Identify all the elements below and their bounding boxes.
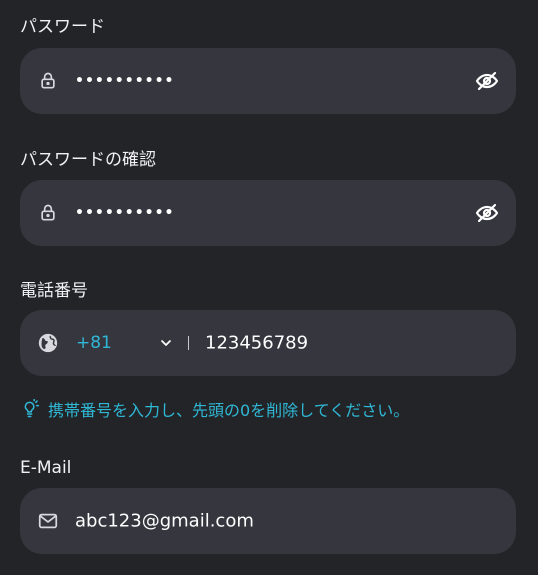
eye-off-icon[interactable] (475, 69, 499, 93)
lock-icon (37, 202, 59, 224)
phone-hint-text: 携帯番号を入力し、先頭の0を削除してください。 (48, 401, 410, 420)
globe-icon (37, 332, 59, 354)
envelope-icon (37, 510, 59, 532)
eye-off-icon[interactable] (475, 201, 499, 225)
confirm-password-input[interactable]: •••••••••• (75, 205, 455, 221)
email-input[interactable]: abc123@gmail.com (75, 511, 455, 532)
phone-label: 電話番号 (20, 281, 88, 301)
password-input[interactable]: •••••••••• (75, 73, 455, 89)
confirm-password-field[interactable]: •••••••••• (20, 180, 516, 246)
password-field[interactable]: •••••••••• (20, 48, 516, 114)
divider (188, 336, 189, 350)
chevron-down-icon[interactable] (157, 334, 175, 352)
lightbulb-icon (20, 399, 40, 419)
phone-number-input[interactable]: 123456789 (205, 333, 485, 354)
confirm-password-label: パスワードの確認 (20, 150, 156, 170)
email-label: E-Mail (20, 458, 72, 478)
password-label: パスワード (20, 17, 105, 37)
email-field[interactable]: abc123@gmail.com (20, 488, 516, 554)
phone-hint: 携帯番号を入力し、先頭の0を削除してください。 (20, 397, 409, 421)
lock-icon (37, 70, 59, 92)
country-code-value[interactable]: +81 (76, 333, 112, 353)
phone-field[interactable]: +81 123456789 (20, 310, 516, 376)
